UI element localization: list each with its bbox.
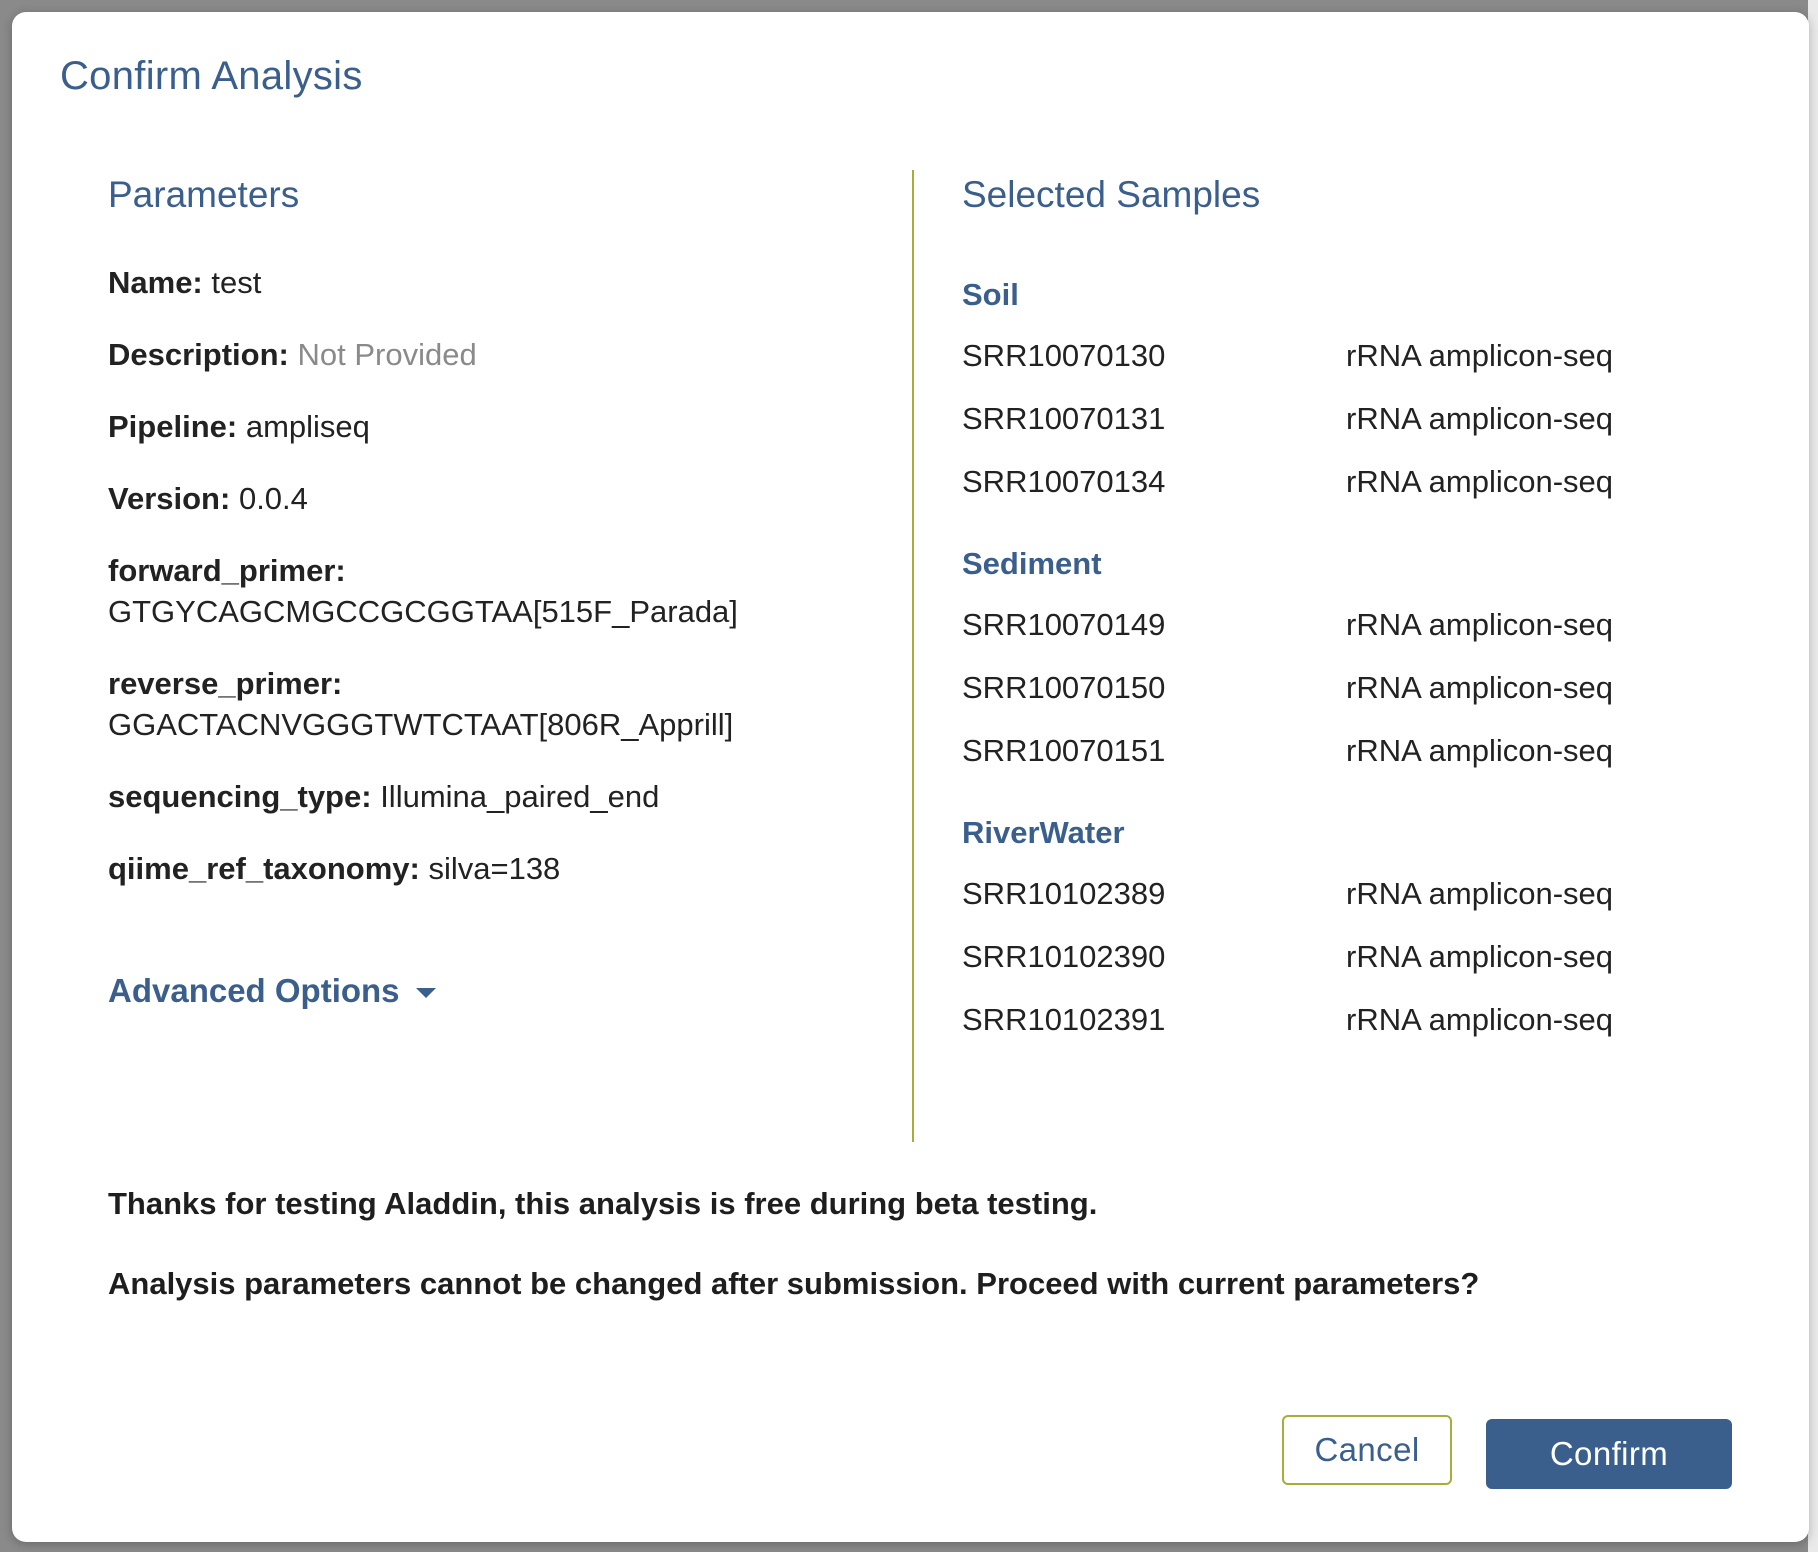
sample-group-name: RiverWater xyxy=(962,815,1125,850)
param-qiime-ref-taxonomy: qiime_ref_taxonomy: silva=138 xyxy=(108,848,908,889)
parameters-list: Name: test Description: Not Provided Pip… xyxy=(108,262,908,920)
param-value: GGACTACNVGGGTWTCTAAT[806R_Apprill] xyxy=(108,707,734,742)
confirmation-notes: Thanks for testing Aladdin, this analysi… xyxy=(108,1184,1758,1344)
sample-type: rRNA amplicon-seq xyxy=(1346,1002,1614,1037)
sample-id: SRR10070130 xyxy=(962,338,1166,373)
param-sequencing-type: sequencing_type: Illumina_paired_end xyxy=(108,776,908,817)
param-forward-primer: forward_primer: GTGYCAGCMGCCGCGGTAA[515F… xyxy=(108,550,908,632)
param-description: Description: Not Provided xyxy=(108,334,908,375)
submission-warning: Analysis parameters cannot be changed af… xyxy=(108,1266,1480,1301)
param-label: qiime_ref_taxonomy: xyxy=(108,851,420,886)
sample-type: rRNA amplicon-seq xyxy=(1346,733,1614,768)
sample-type: rRNA amplicon-seq xyxy=(1346,939,1614,974)
sample-row: SRR10070131 rRNA amplicon-seq xyxy=(962,400,1742,438)
caret-down-icon xyxy=(415,988,436,998)
sample-id: SRR10102390 xyxy=(962,939,1166,974)
sample-row: SRR10070134 rRNA amplicon-seq xyxy=(962,463,1742,501)
beta-notice: Thanks for testing Aladdin, this analysi… xyxy=(108,1186,1098,1221)
param-label: Name: xyxy=(108,265,203,300)
sample-row: SRR10070130 rRNA amplicon-seq xyxy=(962,337,1742,375)
param-value: Not Provided xyxy=(297,337,477,372)
sample-type: rRNA amplicon-seq xyxy=(1346,338,1614,373)
selected-samples-heading: Selected Samples xyxy=(962,174,1261,215)
parameters-heading: Parameters xyxy=(108,174,300,215)
confirm-button[interactable]: Confirm xyxy=(1486,1419,1732,1489)
sample-type: rRNA amplicon-seq xyxy=(1346,607,1614,642)
param-value: Illumina_paired_end xyxy=(380,779,660,814)
param-pipeline: Pipeline: ampliseq xyxy=(108,406,908,447)
param-label: Pipeline: xyxy=(108,409,238,444)
param-label: Description: xyxy=(108,337,289,372)
sample-row: SRR10102391 rRNA amplicon-seq xyxy=(962,1001,1742,1039)
param-value: GTGYCAGCMGCCGCGGTAA[515F_Parada] xyxy=(108,594,738,629)
sample-id: SRR10070150 xyxy=(962,670,1166,705)
param-label: forward_primer: xyxy=(108,553,346,588)
param-label: reverse_primer: xyxy=(108,666,343,701)
sample-group-soil: Soil SRR10070130 rRNA amplicon-seq SRR10… xyxy=(962,276,1742,501)
param-name: Name: test xyxy=(108,262,908,303)
param-reverse-primer: reverse_primer: GGACTACNVGGGTWTCTAAT[806… xyxy=(108,663,908,745)
backdrop xyxy=(1808,0,1818,1552)
sample-row: SRR10070150 rRNA amplicon-seq xyxy=(962,669,1742,707)
sample-id: SRR10102391 xyxy=(962,1002,1166,1037)
param-label: sequencing_type: xyxy=(108,779,372,814)
sample-type: rRNA amplicon-seq xyxy=(1346,464,1614,499)
column-divider xyxy=(912,170,914,1142)
param-value: silva=138 xyxy=(428,851,561,886)
sample-type: rRNA amplicon-seq xyxy=(1346,670,1614,705)
sample-type: rRNA amplicon-seq xyxy=(1346,876,1614,911)
sample-id: SRR10070149 xyxy=(962,607,1166,642)
sample-row: SRR10102390 rRNA amplicon-seq xyxy=(962,938,1742,976)
param-version: Version: 0.0.4 xyxy=(108,478,908,519)
selected-samples-list: Soil SRR10070130 rRNA amplicon-seq SRR10… xyxy=(962,276,1742,1083)
sample-row: SRR10102389 rRNA amplicon-seq xyxy=(962,875,1742,913)
sample-id: SRR10102389 xyxy=(962,876,1166,911)
sample-id: SRR10070131 xyxy=(962,401,1166,436)
param-label: Version: xyxy=(108,481,231,516)
sample-group-sediment: Sediment SRR10070149 rRNA amplicon-seq S… xyxy=(962,545,1742,770)
cancel-button[interactable]: Cancel xyxy=(1282,1415,1452,1485)
param-value: 0.0.4 xyxy=(238,481,308,516)
sample-type: rRNA amplicon-seq xyxy=(1346,401,1614,436)
sample-id: SRR10070151 xyxy=(962,733,1166,768)
confirm-analysis-dialog: Confirm Analysis Parameters Name: test D… xyxy=(12,12,1809,1542)
advanced-options-toggle[interactable]: Advanced Options xyxy=(108,972,436,1010)
sample-group-name: Soil xyxy=(962,277,1019,312)
sample-row: SRR10070149 rRNA amplicon-seq xyxy=(962,606,1742,644)
sample-id: SRR10070134 xyxy=(962,464,1166,499)
param-value: ampliseq xyxy=(245,409,370,444)
sample-group-riverwater: RiverWater SRR10102389 rRNA amplicon-seq… xyxy=(962,814,1742,1039)
sample-group-name: Sediment xyxy=(962,546,1102,581)
sample-row: SRR10070151 rRNA amplicon-seq xyxy=(962,732,1742,770)
param-value: test xyxy=(211,265,262,300)
dialog-title: Confirm Analysis xyxy=(60,54,363,98)
advanced-options-label: Advanced Options xyxy=(108,972,400,1009)
